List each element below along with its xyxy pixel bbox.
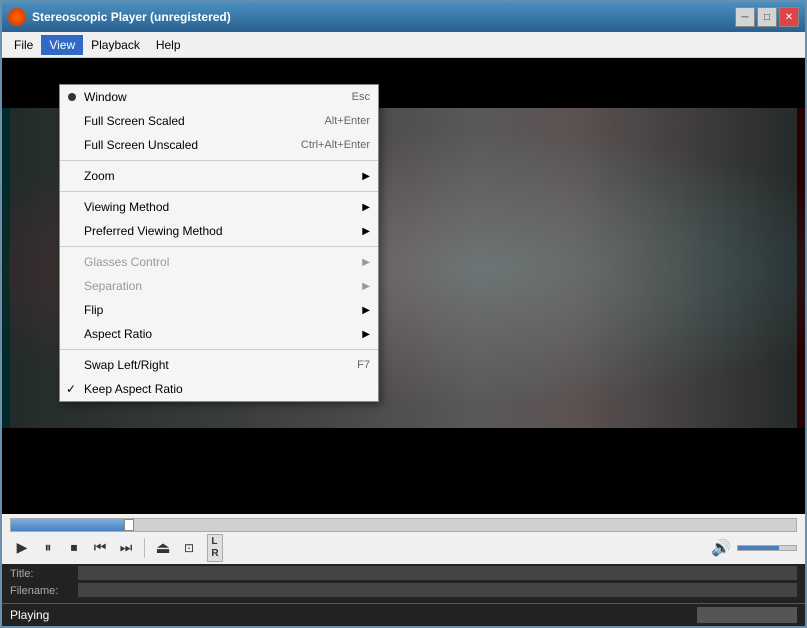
menu-item-window[interactable]: Window Esc <box>60 85 378 109</box>
app-window: Stereoscopic Player (unregistered) ─ □ ✕… <box>0 0 807 628</box>
menu-item-separation: Separation ▶ <box>60 274 378 298</box>
glasses-control-submenu-arrow: ▶ <box>362 257 370 268</box>
subtitle-button[interactable]: ⊡ <box>177 536 201 560</box>
title-label: Title: <box>10 566 70 584</box>
status-text: Playing <box>10 608 49 622</box>
menu-item-viewing-method-label: Viewing Method <box>84 200 354 214</box>
video-area: Window Esc Full Screen Scaled Alt+Enter … <box>2 58 805 514</box>
prev-chapter-button[interactable]: ⏮ <box>88 536 112 560</box>
menu-view[interactable]: View <box>41 35 83 55</box>
menu-item-flip-label: Flip <box>84 303 354 317</box>
title-value <box>78 566 797 580</box>
menu-playback[interactable]: Playback <box>83 35 148 55</box>
menu-item-window-label: Window <box>84 90 336 104</box>
stop-button[interactable]: ⏹ <box>62 536 86 560</box>
volume-filled <box>738 546 779 550</box>
menu-item-swap-lr[interactable]: Swap Left/Right F7 <box>60 353 378 377</box>
controls-separator-1 <box>144 538 145 558</box>
bottom-area: ▶ ⏸ ⏹ ⏮ ⏭ ⏏ ⊡ LR 🔊 Title: <box>2 514 805 626</box>
menu-item-fullscreen-unscaled-shortcut: Ctrl+Alt+Enter <box>301 139 370 151</box>
menu-item-window-shortcut: Esc <box>352 91 370 103</box>
lr-mode-button[interactable]: LR <box>203 536 227 560</box>
maximize-button[interactable]: □ <box>757 7 777 27</box>
window-title: Stereoscopic Player (unregistered) <box>32 10 231 24</box>
status-right-area <box>697 607 797 623</box>
aspect-ratio-submenu-arrow: ▶ <box>362 329 370 340</box>
menu-help[interactable]: Help <box>148 35 189 55</box>
separation-submenu-arrow: ▶ <box>362 281 370 292</box>
volume-icon[interactable]: 🔊 <box>709 536 733 560</box>
menu-item-viewing-method[interactable]: Viewing Method ▶ <box>60 195 378 219</box>
separator-4 <box>60 349 378 350</box>
separator-2 <box>60 191 378 192</box>
preferred-viewing-method-submenu-arrow: ▶ <box>362 226 370 237</box>
filename-value <box>78 583 797 597</box>
minimize-button[interactable]: ─ <box>735 7 755 27</box>
menu-item-preferred-viewing-method-label: Preferred Viewing Method <box>84 224 354 238</box>
title-row: Title: <box>10 566 797 584</box>
menu-item-swap-lr-shortcut: F7 <box>357 359 370 371</box>
close-button[interactable]: ✕ <box>779 7 799 27</box>
menu-item-zoom[interactable]: Zoom ▶ <box>60 164 378 188</box>
title-bar: Stereoscopic Player (unregistered) ─ □ ✕ <box>2 2 805 32</box>
bullet-mark <box>68 93 76 101</box>
menu-item-aspect-ratio-label: Aspect Ratio <box>84 327 354 341</box>
viewing-method-submenu-arrow: ▶ <box>362 202 370 213</box>
menu-item-fullscreen-scaled[interactable]: Full Screen Scaled Alt+Enter <box>60 109 378 133</box>
menu-item-keep-aspect-ratio[interactable]: ✓ Keep Aspect Ratio <box>60 377 378 401</box>
pause-button[interactable]: ⏸ <box>36 536 60 560</box>
filename-label: Filename: <box>10 583 70 601</box>
menu-item-preferred-viewing-method[interactable]: Preferred Viewing Method ▶ <box>60 219 378 243</box>
separator-3 <box>60 246 378 247</box>
info-bar: Title: Filename: <box>2 564 805 603</box>
view-dropdown-menu: Window Esc Full Screen Scaled Alt+Enter … <box>59 84 379 402</box>
flip-submenu-arrow: ▶ <box>362 305 370 316</box>
menu-item-aspect-ratio[interactable]: Aspect Ratio ▶ <box>60 322 378 346</box>
menu-item-glasses-control: Glasses Control ▶ <box>60 250 378 274</box>
menu-item-fullscreen-scaled-shortcut: Alt+Enter <box>324 115 370 127</box>
menu-item-keep-aspect-ratio-label: Keep Aspect Ratio <box>84 382 370 396</box>
menu-file[interactable]: File <box>6 35 41 55</box>
menu-item-fullscreen-scaled-label: Full Screen Scaled <box>84 114 308 128</box>
lr-badge: LR <box>207 534 222 562</box>
keep-aspect-ratio-check: ✓ <box>66 382 76 396</box>
volume-area: 🔊 <box>709 536 797 560</box>
separator-1 <box>60 160 378 161</box>
title-bar-left: Stereoscopic Player (unregistered) <box>8 8 231 26</box>
eject-button[interactable]: ⏏ <box>151 536 175 560</box>
menu-item-glasses-control-label: Glasses Control <box>84 255 354 269</box>
app-icon <box>8 8 26 26</box>
status-bar: Playing <box>2 603 805 626</box>
menu-item-separation-label: Separation <box>84 279 354 293</box>
main-content: Window Esc Full Screen Scaled Alt+Enter … <box>2 58 805 514</box>
menu-item-fullscreen-unscaled-label: Full Screen Unscaled <box>84 138 285 152</box>
filename-row: Filename: <box>10 583 797 601</box>
seek-bar-container <box>2 514 805 534</box>
menu-item-flip[interactable]: Flip ▶ <box>60 298 378 322</box>
menu-bar: File View Playback Help <box>2 32 805 58</box>
menu-item-swap-lr-label: Swap Left/Right <box>84 358 341 372</box>
controls-row: ▶ ⏸ ⏹ ⏮ ⏭ ⏏ ⊡ LR 🔊 <box>2 534 805 564</box>
next-chapter-button[interactable]: ⏭ <box>114 536 138 560</box>
seek-filled <box>11 519 129 531</box>
menu-item-fullscreen-unscaled[interactable]: Full Screen Unscaled Ctrl+Alt+Enter <box>60 133 378 157</box>
title-bar-buttons: ─ □ ✕ <box>735 7 799 27</box>
seek-bar[interactable] <box>10 518 797 532</box>
volume-slider[interactable] <box>737 545 797 551</box>
zoom-submenu-arrow: ▶ <box>362 171 370 182</box>
play-button[interactable]: ▶ <box>10 536 34 560</box>
black-bar-bottom <box>2 454 805 514</box>
seek-thumb[interactable] <box>124 519 134 531</box>
menu-item-zoom-label: Zoom <box>84 169 354 183</box>
